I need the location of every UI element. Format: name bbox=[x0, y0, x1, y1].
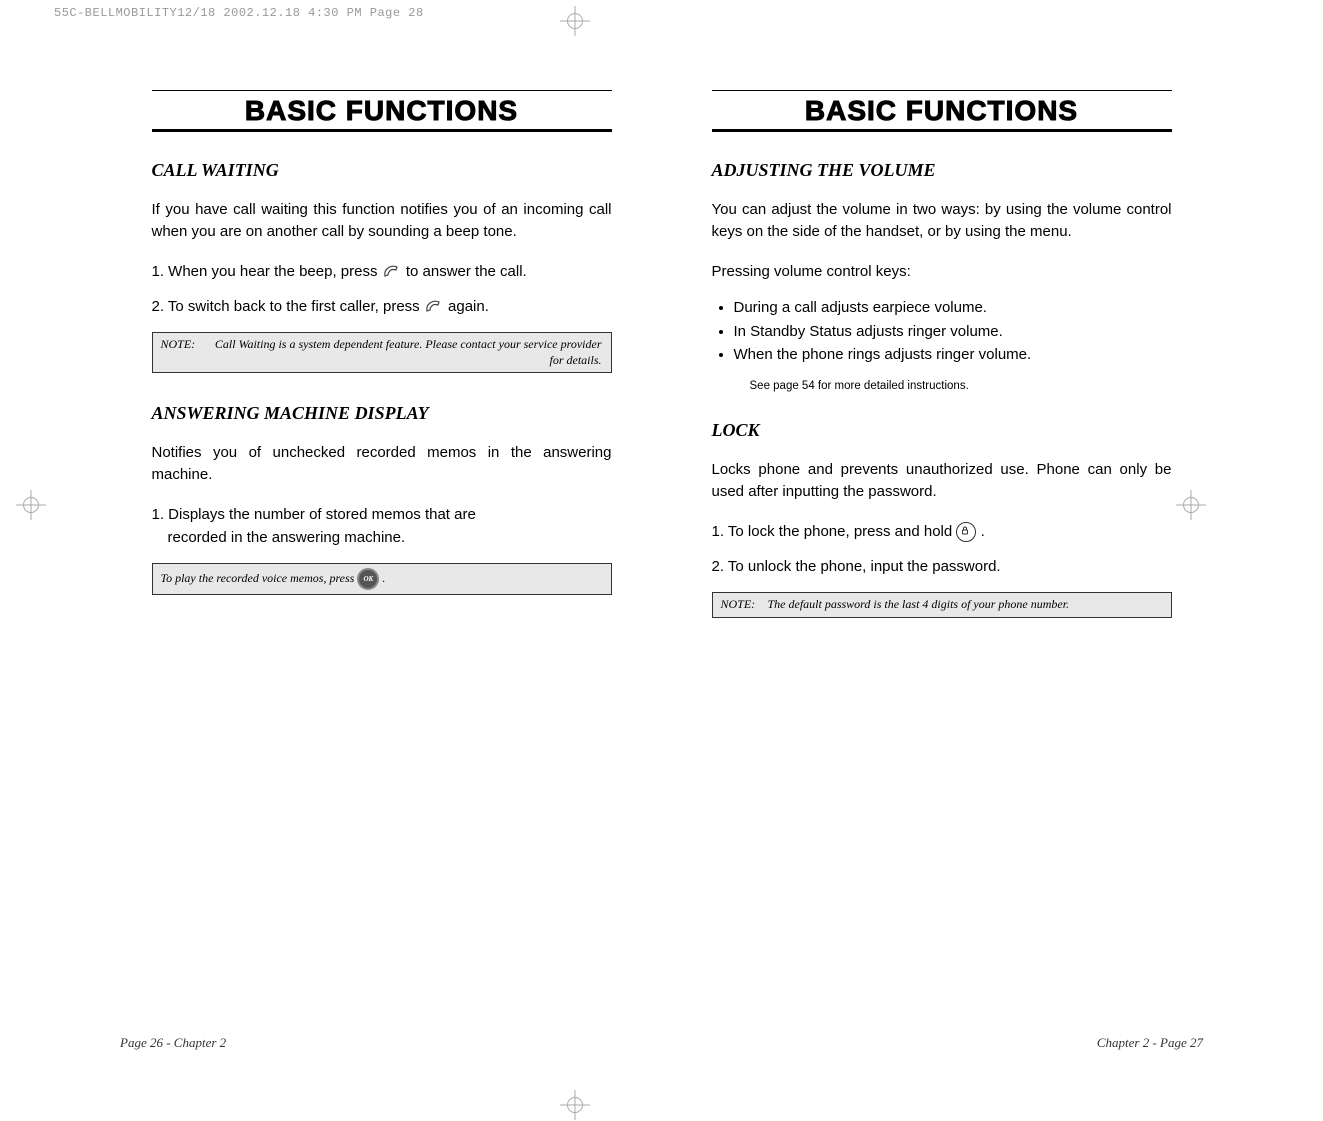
print-meta-header: 55C-BELLMOBILITY12/18 2002.12.18 4:30 PM… bbox=[54, 6, 424, 20]
volume-bullet-3: When the phone rings adjusts ringer volu… bbox=[734, 343, 1172, 366]
volume-subhead: Pressing volume control keys: bbox=[712, 261, 1172, 283]
lock-step1-text-b: . bbox=[981, 523, 985, 540]
amd-play-box: To play the recorded voice memos, press … bbox=[152, 563, 612, 595]
page-title-row: BASIC FUNCTIONS bbox=[152, 90, 612, 132]
volume-seealso: See page 54 for more detailed instructio… bbox=[750, 380, 1172, 392]
note-content: Call Waiting is a system dependent featu… bbox=[208, 337, 602, 368]
ok-key-icon: OK bbox=[357, 568, 379, 590]
amd-step-1b: recorded in the answering machine. bbox=[152, 527, 612, 549]
amd-play-text-b: . bbox=[382, 571, 385, 585]
send-key-icon bbox=[424, 300, 444, 314]
call-waiting-note: NOTE: Call Waiting is a system dependent… bbox=[152, 332, 612, 373]
amd-intro: Notifies you of unchecked recorded memos… bbox=[152, 442, 612, 486]
page-title: BASIC FUNCTIONS bbox=[245, 95, 518, 126]
section-heading-volume: ADJUSTING THE VOLUME bbox=[712, 160, 1172, 181]
lock-step-1: 1. To lock the phone, press and hold . bbox=[712, 521, 1172, 543]
cw-step1-text-a: 1. When you hear the beep, press bbox=[152, 263, 378, 280]
lock-step-2: 2. To unlock the phone, input the passwo… bbox=[712, 556, 1172, 578]
call-waiting-step-1: 1. When you hear the beep, press to answ… bbox=[152, 261, 612, 283]
amd-play-text-a: To play the recorded voice memos, press bbox=[161, 571, 355, 585]
cw-step1-text-b: to answer the call. bbox=[406, 263, 527, 280]
left-page-footer: Page 26 - Chapter 2 bbox=[120, 1035, 226, 1051]
call-waiting-step-2: 2. To switch back to the first caller, p… bbox=[152, 296, 612, 318]
crop-mark-top bbox=[560, 6, 590, 36]
cw-step2-text-a: 2. To switch back to the first caller, p… bbox=[152, 298, 420, 315]
lock-step1-text-a: 1. To lock the phone, press and hold bbox=[712, 523, 953, 540]
note-label: NOTE: bbox=[721, 597, 765, 613]
lock-note: NOTE: The default password is the last 4… bbox=[712, 592, 1172, 618]
page-title: BASIC FUNCTIONS bbox=[805, 95, 1078, 126]
section-heading-call-waiting: CALL WAITING bbox=[152, 160, 612, 181]
lock-key-icon bbox=[956, 522, 976, 542]
volume-bullet-2: In Standby Status adjusts ringer volume. bbox=[734, 320, 1172, 343]
section-heading-amd: ANSWERING MACHINE DISPLAY bbox=[152, 403, 612, 424]
note-content: The default password is the last 4 digit… bbox=[768, 597, 1162, 613]
volume-bullet-list: During a call adjusts earpiece volume. I… bbox=[734, 296, 1172, 366]
lock-intro: Locks phone and prevents unauthorized us… bbox=[712, 459, 1172, 503]
left-page: BASIC FUNCTIONS CALL WAITING If you have… bbox=[132, 90, 632, 648]
section-heading-lock: LOCK bbox=[712, 420, 1172, 441]
right-page-footer: Chapter 2 - Page 27 bbox=[1097, 1035, 1203, 1051]
call-waiting-intro: If you have call waiting this function n… bbox=[152, 199, 612, 243]
note-label: NOTE: bbox=[161, 337, 205, 353]
amd-step-1a: 1. Displays the number of stored memos t… bbox=[152, 504, 612, 526]
send-key-icon bbox=[382, 265, 402, 279]
volume-intro: You can adjust the volume in two ways: b… bbox=[712, 199, 1172, 243]
crop-mark-bottom bbox=[560, 1090, 590, 1120]
right-page: BASIC FUNCTIONS ADJUSTING THE VOLUME You… bbox=[692, 90, 1192, 648]
cw-step2-text-b: again. bbox=[448, 298, 489, 315]
volume-bullet-1: During a call adjusts earpiece volume. bbox=[734, 296, 1172, 319]
page-title-row: BASIC FUNCTIONS bbox=[712, 90, 1172, 132]
